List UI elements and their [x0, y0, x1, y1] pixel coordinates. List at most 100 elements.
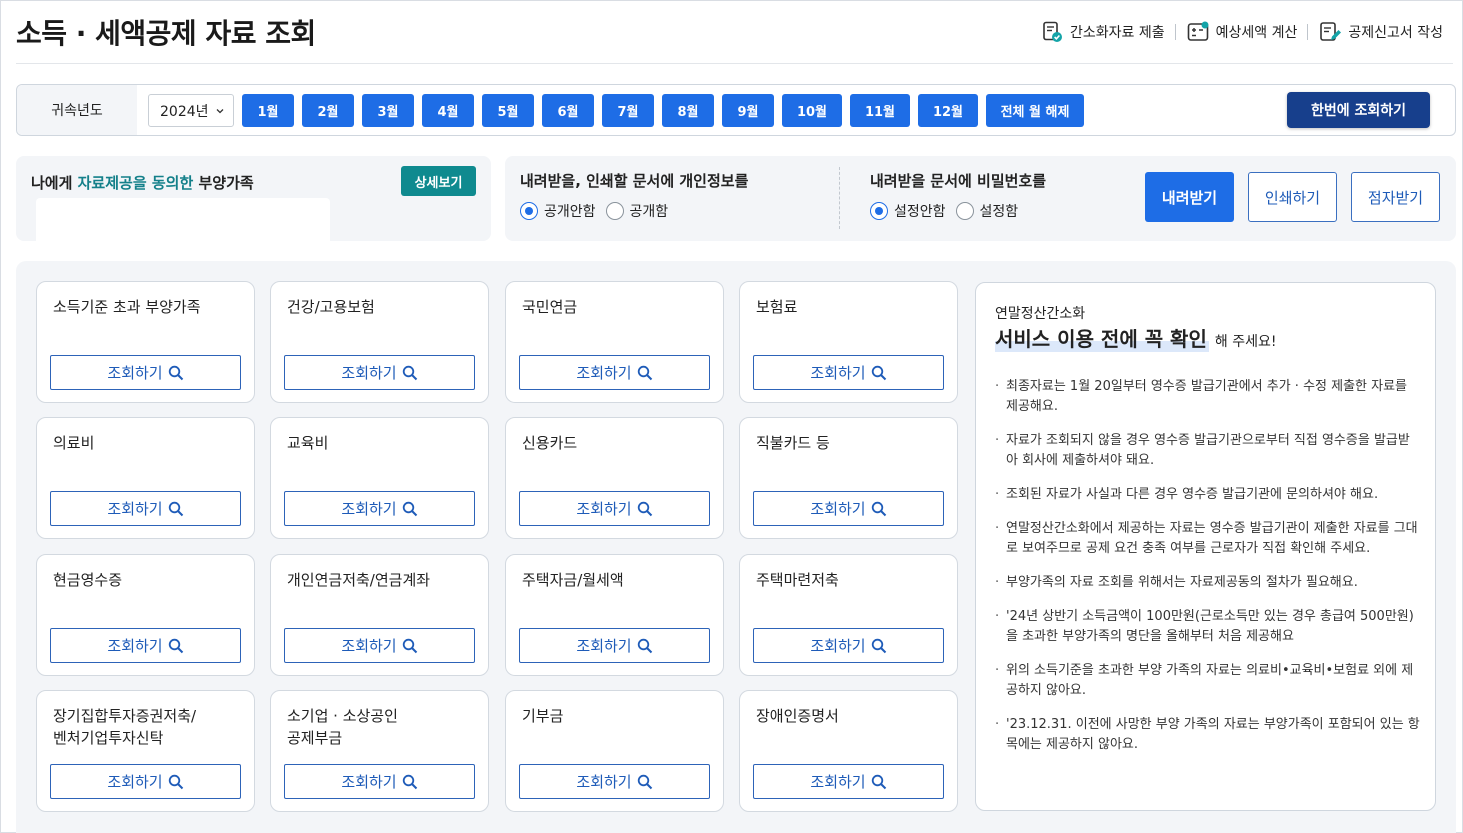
password-off-radio[interactable]: 설정안함 [870, 201, 946, 221]
month-button-1[interactable]: 1월 [242, 94, 294, 127]
query-button-label: 조회하기 [576, 500, 632, 518]
category-title: 주택마련저축 [756, 571, 839, 589]
calculator-icon [1187, 21, 1209, 41]
category-card: 의료비 조회하기 [36, 417, 255, 539]
month-button-7[interactable]: 7월 [602, 94, 654, 127]
personal-info-option: 내려받을, 인쇄할 문서에 개인정보를 공개안함 공개함 [520, 170, 748, 221]
category-card: 기부금 조회하기 [505, 690, 724, 812]
month-button-9[interactable]: 9월 [722, 94, 774, 127]
search-icon [402, 638, 417, 653]
query-button[interactable]: 조회하기 [50, 628, 241, 663]
category-card: 현금영수증 조회하기 [36, 554, 255, 676]
radio-selected-icon [870, 202, 888, 220]
dependents-title-suffix: 부양가족 [193, 174, 254, 192]
search-icon [168, 774, 183, 789]
categories-area: 소득기준 초과 부양가족 조회하기 건강/고용보험 조회하기 국민연금 조회하기… [16, 261, 1456, 833]
category-card: 소기업 · 소상공인 공제부금 조회하기 [270, 690, 489, 812]
query-button[interactable]: 조회하기 [50, 491, 241, 526]
password-radios: 설정안함 설정함 [870, 201, 1046, 221]
category-title: 건강/고용보험 [287, 298, 375, 316]
header-action-label: 공제신고서 작성 [1348, 25, 1443, 41]
query-button[interactable]: 조회하기 [284, 764, 475, 799]
query-button[interactable]: 조회하기 [50, 355, 241, 390]
month-button-12[interactable]: 12월 [918, 94, 978, 127]
query-button-label: 조회하기 [576, 773, 632, 791]
query-button-label: 조회하기 [341, 773, 397, 791]
month-button-3[interactable]: 3월 [362, 94, 414, 127]
write-deduction-form-link[interactable]: 공제신고서 작성 [1308, 20, 1453, 44]
query-button[interactable]: 조회하기 [519, 355, 710, 390]
query-button[interactable]: 조회하기 [284, 491, 475, 526]
clear-all-months-button[interactable]: 전체 월 해제 [986, 94, 1084, 127]
month-button-8[interactable]: 8월 [662, 94, 714, 127]
query-all-button[interactable]: 한번에 조회하기 [1287, 92, 1430, 128]
notice-heading-rest: 해 주세요! [1214, 334, 1277, 350]
category-title: 소득기준 초과 부양가족 [53, 298, 201, 316]
month-button-4[interactable]: 4월 [422, 94, 474, 127]
category-card: 주택마련저축 조회하기 [739, 554, 958, 676]
notice-subtitle: 연말정산간소화 [995, 306, 1086, 322]
search-icon [637, 638, 652, 653]
query-button[interactable]: 조회하기 [284, 628, 475, 663]
month-button-5[interactable]: 5월 [482, 94, 534, 127]
category-title: 교육비 [287, 434, 329, 452]
query-button-label: 조회하기 [107, 364, 163, 382]
month-button-6[interactable]: 6월 [542, 94, 594, 127]
query-button-label: 조회하기 [810, 773, 866, 791]
category-title: 직불카드 등 [756, 434, 830, 452]
search-icon [871, 365, 886, 380]
dependents-title-highlight: 자료제공을 동의한 [77, 174, 194, 192]
category-title: 보험료 [756, 298, 798, 316]
dependents-panel: 나에게 자료제공을 동의한 부양가족 상세보기 [16, 156, 491, 241]
estimated-tax-link[interactable]: 예상세액 계산 [1176, 20, 1308, 44]
query-button[interactable]: 조회하기 [519, 764, 710, 799]
year-selected-value: 2024년 [160, 103, 209, 120]
download-button[interactable]: 내려받기 [1145, 172, 1234, 222]
category-card: 신용카드 조회하기 [505, 417, 724, 539]
query-button[interactable]: 조회하기 [753, 764, 944, 799]
print-button[interactable]: 인쇄하기 [1248, 172, 1337, 222]
year-select[interactable]: 2024년 [148, 94, 234, 127]
year-label: 귀속년도 [17, 85, 137, 135]
personal-info-hide-radio[interactable]: 공개안함 [520, 201, 596, 221]
notice-item: 자료가 조회되지 않을 경우 영수증 발급기관으로부터 직접 영수증을 발급받아… [995, 431, 1420, 471]
personal-info-show-radio[interactable]: 공개함 [605, 201, 668, 221]
password-on-radio[interactable]: 설정함 [955, 201, 1018, 221]
notice-item: 연말정산간소화에서 제공하는 자료는 영수증 발급기관이 제출한 자료를 그대로… [995, 519, 1420, 559]
category-card: 소득기준 초과 부양가족 조회하기 [36, 281, 255, 403]
category-card: 국민연금 조회하기 [505, 281, 724, 403]
month-button-10[interactable]: 10월 [782, 94, 842, 127]
category-card: 주택자금/월세액 조회하기 [505, 554, 724, 676]
query-button-label: 조회하기 [107, 637, 163, 655]
radio-selected-icon [520, 202, 538, 220]
query-button[interactable]: 조회하기 [753, 491, 944, 526]
dependents-list [36, 198, 330, 241]
period-bar: 귀속년도 2024년 1월 2월 3월 4월 5월 6월 7월 8월 9월 10… [16, 84, 1456, 136]
query-button-label: 조회하기 [341, 637, 397, 655]
search-icon [637, 774, 652, 789]
dependents-detail-button[interactable]: 상세보기 [401, 166, 476, 196]
search-icon [168, 638, 183, 653]
search-icon [871, 774, 886, 789]
query-button[interactable]: 조회하기 [519, 628, 710, 663]
month-button-2[interactable]: 2월 [302, 94, 354, 127]
category-card: 직불카드 등 조회하기 [739, 417, 958, 539]
notice-item: 위의 소득기준을 초과한 부양 가족의 자료는 의료비•교육비•보험료 외에 제… [995, 661, 1420, 701]
query-button-label: 조회하기 [107, 773, 163, 791]
braille-button[interactable]: 점자받기 [1351, 172, 1440, 222]
radio-unselected-icon [955, 202, 974, 220]
query-button[interactable]: 조회하기 [753, 355, 944, 390]
options-divider [839, 167, 840, 229]
submit-simplified-data-link[interactable]: 간소화자료 제출 [1030, 20, 1175, 44]
search-icon [871, 638, 886, 653]
notice-list: 최종자료는 1월 20일부터 영수증 발급기관에서 추가 · 수정 제출한 자료… [995, 377, 1420, 769]
month-button-11[interactable]: 11월 [850, 94, 910, 127]
personal-info-title: 내려받을, 인쇄할 문서에 개인정보를 [520, 172, 749, 190]
query-button[interactable]: 조회하기 [519, 491, 710, 526]
dependents-title: 나에게 자료제공을 동의한 부양가족 [31, 172, 254, 193]
query-button[interactable]: 조회하기 [753, 628, 944, 663]
query-button[interactable]: 조회하기 [50, 764, 241, 799]
search-icon [871, 501, 886, 516]
query-button[interactable]: 조회하기 [284, 355, 475, 390]
header-actions: 간소화자료 제출 예상세액 계산 공제신고서 작성 [1030, 20, 1453, 44]
